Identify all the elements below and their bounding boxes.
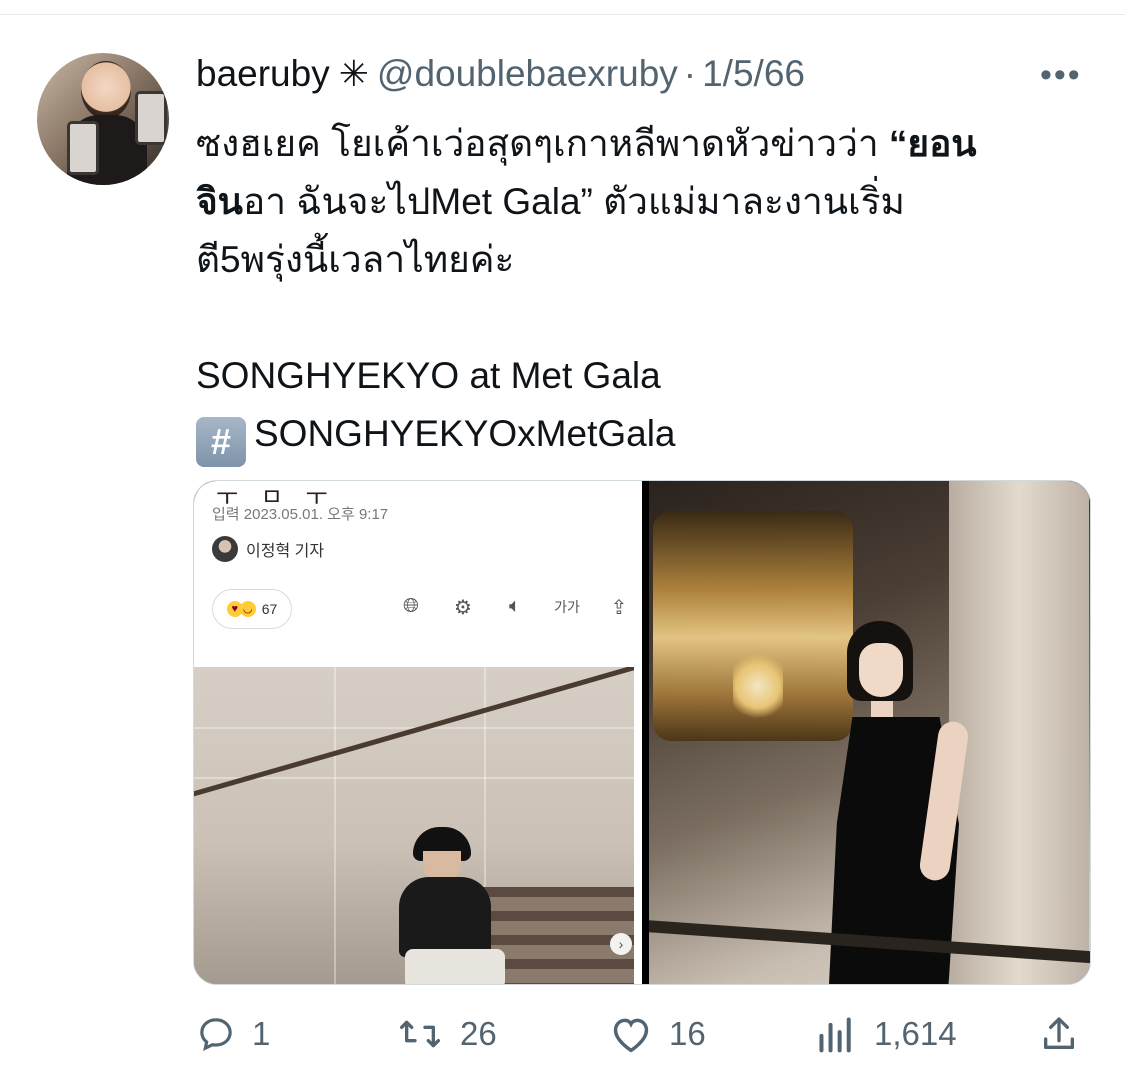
reaction-count: 67 (261, 601, 278, 617)
author-handle[interactable]: @doublebaexruby (377, 53, 678, 95)
text-line-1: ซงฮเยค โยเค้าเว่อสุดๆเกาหลีพาดหัวข่าวว่า… (196, 123, 977, 164)
speaker-icon: 🔈︎ (509, 595, 521, 617)
share-button[interactable] (1039, 1008, 1079, 1060)
reporter-avatar (212, 536, 238, 562)
more-icon[interactable]: ••• (1040, 56, 1082, 95)
views-button[interactable]: 1,614 (814, 1008, 957, 1060)
action-bar: 1 26 16 1,614 (196, 1008, 1086, 1060)
next-arrow-icon: › (610, 933, 632, 955)
media-image-right[interactable] (649, 481, 1090, 984)
like-icon (613, 1018, 649, 1053)
text-line-2: จินอา ฉันจะไปMet Gala” ตัวแม่มาละงานเริ่… (196, 181, 905, 222)
like-button[interactable]: 16 (609, 1008, 706, 1060)
share-article-icon: ⇪ (610, 597, 628, 619)
tweet-header: baeruby ✳ @doublebaexruby · 1/5/66 (196, 52, 805, 96)
retweet-button[interactable]: 26 (396, 1008, 497, 1060)
hashtag-link[interactable]: SONGHYEKYOxMetGala (254, 413, 676, 454)
share-icon (1044, 1017, 1074, 1049)
top-divider (0, 14, 1125, 15)
media-grid: ㅜ ㅁ ㅜ 입력 2023.05.01. 오후 9:17 이정혁 기자 ♥ ◡ … (193, 480, 1091, 985)
woman-figure (809, 621, 989, 984)
font-size-icon: 가가 (554, 599, 580, 615)
article-date: 입력 2023.05.01. 오후 9:17 (212, 506, 389, 523)
hashtag-icon: # (196, 417, 246, 467)
reply-icon (200, 1018, 232, 1052)
article-tools: 🌐︎ ⚙ 🔈︎ 가가 ⇪ (398, 595, 632, 620)
reply-count: 1 (252, 1015, 271, 1052)
separator-dot: · (683, 53, 697, 94)
retweet-count: 26 (460, 1015, 497, 1052)
author-name[interactable]: baeruby (196, 53, 330, 95)
views-icon (819, 1017, 851, 1053)
verified-icon: ✳ (338, 53, 369, 94)
text-line-4: SONGHYEKYO at Met Gala (196, 355, 661, 396)
tweet-date[interactable]: 1/5/66 (702, 53, 805, 95)
retweet-icon (400, 1020, 441, 1048)
media-image-left[interactable]: ㅜ ㅁ ㅜ 입력 2023.05.01. 오후 9:17 이정혁 기자 ♥ ◡ … (194, 481, 642, 984)
text-line-3: ตี5พรุ่งนี้เวลาไทยค่ะ (196, 239, 515, 280)
reporter-name: 이정혁 기자 (246, 543, 325, 560)
tweet-text: ซงฮเยค โยเค้าเว่อสุดๆเกาหลีพาดหัวข่าวว่า… (196, 115, 1101, 467)
avatar[interactable] (37, 53, 169, 185)
view-count: 1,614 (874, 1015, 957, 1052)
reaction-badge: ♥ ◡ 67 (212, 589, 292, 629)
staircase-photo (194, 667, 634, 984)
person-figure (399, 827, 505, 984)
reporter: 이정혁 기자 (212, 536, 324, 562)
like-count: 16 (669, 1015, 706, 1052)
smile-emoji-icon: ◡ (239, 601, 256, 617)
globe-icon: 🌐︎ (403, 595, 419, 617)
reply-button[interactable]: 1 (196, 1008, 270, 1060)
hashtag-line: # SONGHYEKYOxMetGala (196, 405, 1101, 467)
robot-icon: ⚙ (454, 597, 472, 619)
